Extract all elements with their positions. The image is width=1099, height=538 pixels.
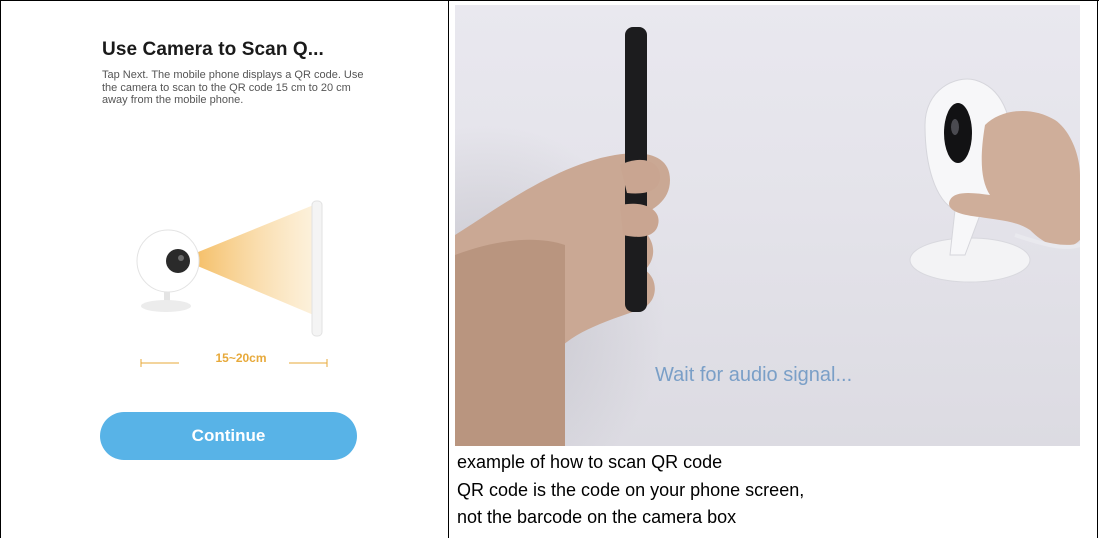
instruction-text: Tap Next. The mobile phone displays a QR…	[102, 69, 364, 106]
phone-icon	[311, 200, 323, 337]
continue-button[interactable]: Continue	[100, 412, 357, 460]
camera-lens-icon	[944, 103, 972, 163]
camera-base-icon	[909, 237, 1031, 283]
table-column-divider	[448, 0, 449, 538]
table-right-border	[1097, 0, 1098, 538]
camera-scan-illustration	[136, 200, 323, 337]
camera-lens-icon	[166, 249, 190, 273]
note-line: example of how to scan QR code	[457, 452, 723, 472]
camera-base-icon	[141, 300, 191, 312]
note-line: QR code is the code on your phone screen…	[457, 480, 805, 500]
distance-label: 15~20cm	[215, 351, 267, 365]
scan-beam-icon	[181, 204, 316, 316]
page-title: Use Camera to Scan Q...	[102, 39, 324, 60]
app-screenshot: Use Camera to Scan Q... Tap Next. The mo…	[1, 1, 448, 538]
video-overlay-caption: Wait for audio signal...	[655, 364, 853, 386]
note-line: not the barcode on the camera box	[457, 507, 737, 527]
